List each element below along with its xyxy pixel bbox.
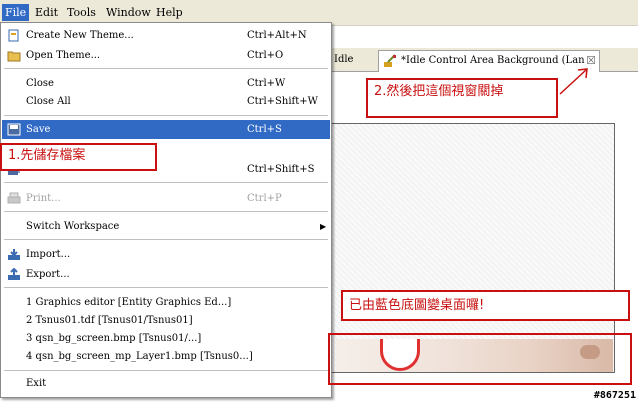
menu-separator	[4, 182, 328, 183]
menu-separator	[4, 68, 328, 69]
menu-item-exit[interactable]: Exit	[2, 374, 330, 393]
callout-save-first: 1.先儲存檔案	[0, 143, 157, 171]
menu-item-save[interactable]: Save Ctrl+S	[2, 120, 330, 139]
menu-separator	[4, 239, 328, 240]
menu-help[interactable]: Help	[153, 4, 186, 21]
menu-separator	[4, 115, 328, 116]
menu-item-open-theme[interactable]: Open Theme... Ctrl+O	[2, 46, 330, 65]
arrow-icon	[559, 68, 588, 95]
menu-item-recent-4[interactable]: 4 qsn_bg_screen_mp_Layer1.bmp [Tsnus0...…	[2, 347, 330, 366]
print-icon	[7, 192, 21, 204]
menu-separator	[4, 287, 328, 288]
menu-item-import[interactable]: Import...	[2, 245, 330, 264]
menu-item-export[interactable]: Export...	[2, 265, 330, 284]
save-icon	[7, 123, 21, 136]
watermark-id: #867251	[593, 390, 636, 401]
import-icon	[8, 249, 20, 260]
menu-item-create-new-theme[interactable]: Create New Theme... Ctrl+Alt+N	[2, 26, 330, 45]
highlight-box-photo	[328, 333, 632, 385]
folder-icon	[7, 51, 21, 62]
callout-desktop-result: 已由藍色底圖變桌面囉!	[341, 290, 630, 321]
menu-tools[interactable]: Tools	[64, 4, 99, 21]
menu-item-print[interactable]: Print... Ctrl+P	[2, 189, 330, 208]
menu-item-close-all[interactable]: Close All Ctrl+Shift+W	[2, 92, 330, 111]
menu-window[interactable]: Window	[103, 4, 154, 21]
menu-item-recent-3[interactable]: 3 qsn_bg_screen.bmp [Tsnus01/...]	[2, 329, 330, 348]
submenu-arrow-icon: ▶	[320, 222, 327, 231]
menu-separator	[4, 370, 328, 371]
menu-item-switch-workspace[interactable]: Switch Workspace ▶	[2, 217, 330, 236]
callout-close-window: 2.然後把這個視窗關掉	[366, 78, 558, 118]
menu-file[interactable]: File	[2, 4, 30, 21]
menu-separator	[4, 211, 328, 212]
file-menu-dropdown: Create New Theme... Ctrl+Alt+N Open Them…	[0, 22, 332, 398]
menu-item-close[interactable]: Close Ctrl+W	[2, 74, 330, 93]
new-theme-icon	[8, 29, 19, 42]
menu-edit[interactable]: Edit	[32, 4, 61, 21]
menu-item-recent-1[interactable]: 1 Graphics editor [Entity Graphics Ed...…	[2, 293, 330, 312]
tab-idle[interactable]: Idle	[328, 50, 359, 72]
menu-item-recent-2[interactable]: 2 Tsnus01.tdf [Tsnus01/Tsnus01]	[2, 311, 330, 330]
export-icon	[8, 268, 20, 280]
paint-icon	[384, 54, 396, 67]
